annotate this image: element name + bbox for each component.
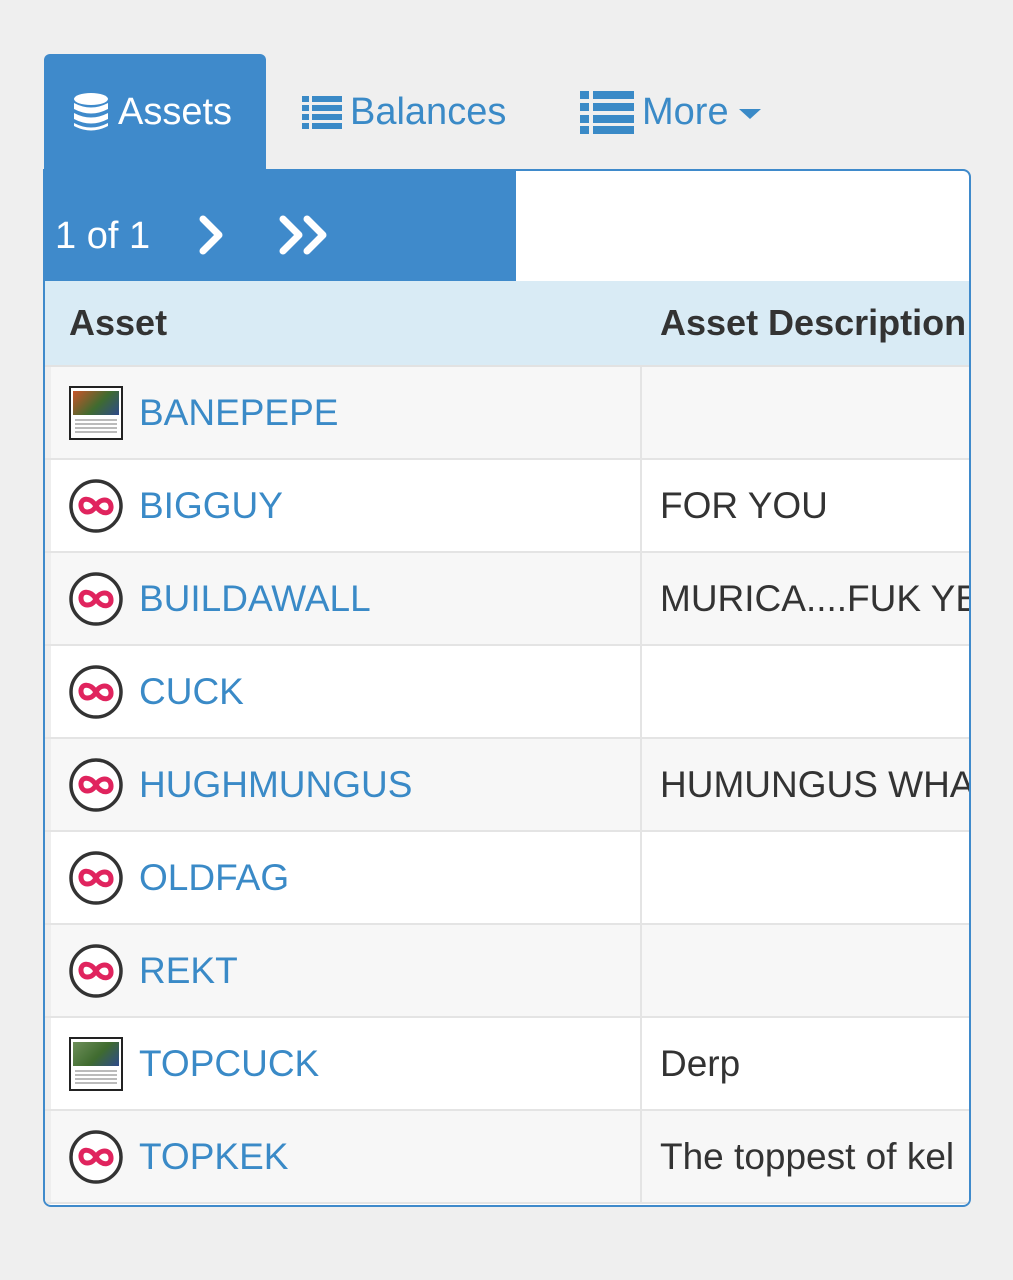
database-icon [72,92,110,132]
asset-cell: BUILDAWALL [45,553,642,644]
pagination-bar: 1 of 1 [45,171,516,281]
next-page-button[interactable] [197,209,237,261]
caret-down-icon [738,109,761,119]
asset-description-cell: MURICA....FUK YE [660,578,971,619]
list-icon [580,90,634,134]
asset-image-thumbnail [67,1035,125,1093]
tab-bar: Assets Balances More [44,54,974,170]
asset-link[interactable]: BUILDAWALL [139,578,371,620]
double-chevron-right-icon [279,215,327,255]
asset-description-cell: FOR YOU [660,485,828,526]
asset-cell: TOPCUCK [45,1018,642,1109]
tab-assets[interactable]: Assets [44,54,266,170]
table-row: CUCK [45,646,969,739]
counterparty-logo-icon [67,756,125,814]
table-row: TOPCUCK Derp [45,1018,969,1111]
asset-cell: REKT [45,925,642,1016]
counterparty-logo-icon [67,849,125,907]
table-row: BUILDAWALL MURICA....FUK YE [45,553,971,646]
asset-description-cell [644,646,660,737]
list-icon [302,95,342,129]
table-row: REKT [45,925,969,1018]
column-header-asset-description[interactable]: Asset Description [660,281,966,365]
counterparty-logo-icon [67,1128,125,1186]
table-row: OLDFAG [45,832,969,925]
tab-assets-label: Assets [118,90,233,133]
asset-image-thumbnail [67,384,125,442]
asset-link[interactable]: OLDFAG [139,857,289,899]
counterparty-logo-icon [67,570,125,628]
counterparty-logo-icon [67,663,125,721]
table-header: Asset Asset Description [45,281,969,367]
asset-link[interactable]: BANEPEPE [139,392,338,434]
column-header-asset[interactable]: Asset [69,281,167,365]
asset-cell: BANEPEPE [45,367,642,458]
assets-panel: 1 of 1 Asset Asset Description BANEPEPE B… [43,169,971,1207]
last-page-button[interactable] [277,209,341,261]
asset-description-cell [644,367,660,458]
table-row: BANEPEPE [45,367,969,460]
counterparty-logo-icon [67,942,125,1000]
tab-more-dropdown[interactable]: More [580,54,761,170]
table-row: TOPKEK The toppest of kel [45,1111,969,1204]
tab-more-label: More [642,90,729,133]
chevron-right-icon [199,215,223,255]
asset-link[interactable]: BIGGUY [139,485,283,527]
asset-description-cell [644,925,660,1016]
asset-link[interactable]: TOPKEK [139,1136,288,1178]
asset-cell: OLDFAG [45,832,642,923]
asset-cell: TOPKEK [45,1111,642,1202]
asset-cell: HUGHMUNGUS [45,739,642,830]
asset-link[interactable]: HUGHMUNGUS [139,764,412,806]
counterparty-logo-icon [67,477,125,535]
asset-link[interactable]: TOPCUCK [139,1043,319,1085]
tab-balances-label: Balances [350,90,507,133]
asset-cell: CUCK [45,646,642,737]
table-row: HUGHMUNGUS HUMUNGUS WHA [45,739,971,832]
asset-link[interactable]: REKT [139,950,238,992]
asset-cell: BIGGUY [45,460,642,551]
asset-description-cell: HUMUNGUS WHA [660,764,971,805]
tab-balances[interactable]: Balances [302,54,506,170]
asset-description-cell: Derp [660,1043,741,1084]
asset-description-cell [644,832,660,923]
asset-description-cell: The toppest of kel [660,1136,955,1177]
table-row: BIGGUY FOR YOU [45,460,969,553]
asset-table-body: BANEPEPE BIGGUY FOR YOU BUILDAWALL MURICA...… [45,367,971,1204]
asset-link[interactable]: CUCK [139,671,244,713]
page-count: 1 of 1 [55,215,151,257]
